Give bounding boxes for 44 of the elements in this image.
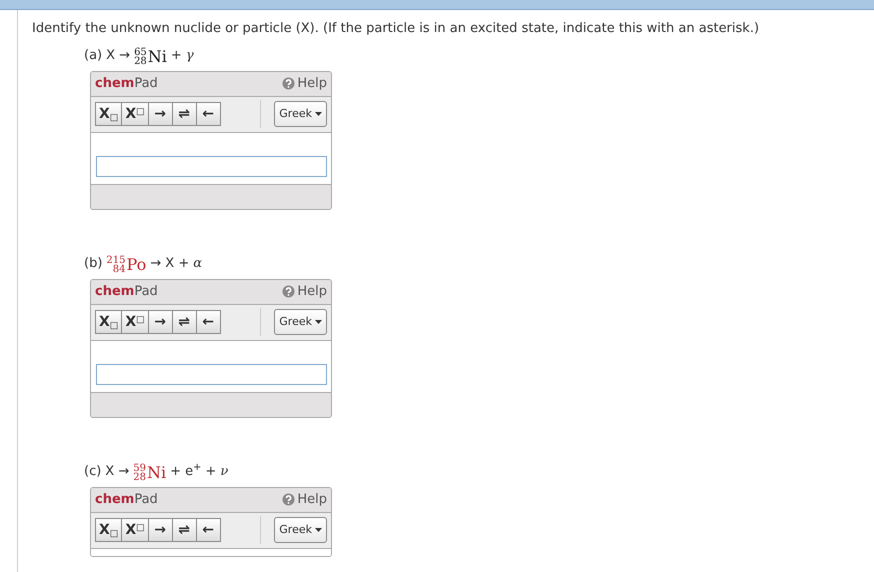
- toolbar-button[interactable]: X$_{□}$: [95, 518, 122, 542]
- equation-text: X →: [106, 47, 130, 65]
- equation-text: X →: [105, 463, 130, 481]
- chempad-logo: chemPad: [95, 74, 158, 93]
- caret-icon: [315, 320, 322, 324]
- toolbar-button[interactable]: X$^{□}$: [121, 518, 149, 542]
- equation-text: + e$^{+}$ +: [170, 462, 216, 481]
- toolbar-button[interactable]: X$^{□}$: [121, 310, 149, 334]
- particle-symbol: ν: [220, 463, 228, 481]
- toolbar-button[interactable]: ←: [196, 102, 221, 126]
- chempad-logo: chemPad: [95, 282, 158, 301]
- help-button[interactable]: Help: [282, 74, 327, 94]
- greek-dropdown[interactable]: Greek: [274, 309, 327, 335]
- toolbar-button[interactable]: ⇌: [172, 310, 197, 334]
- instruction-text: Identify the unknown nuclide or particle (X). (If the particle is in an excited state, indicate this with an asterisk.): [32, 20, 760, 38]
- particle-symbol: γ: [186, 47, 194, 65]
- toolbar-button[interactable]: ←: [196, 518, 221, 542]
- help-button[interactable]: Help: [282, 282, 327, 302]
- greek-dropdown[interactable]: Greek: [274, 101, 327, 127]
- toolbar-button[interactable]: X$_{□}$: [95, 102, 122, 126]
- help-icon: [282, 493, 296, 506]
- chempad-logo: chemPad: [95, 490, 158, 509]
- answer-field[interactable]: [96, 156, 327, 176]
- toolbar-button[interactable]: ←: [196, 310, 221, 334]
- particle-symbol: α: [193, 255, 202, 273]
- toolbar-button[interactable]: →: [148, 310, 173, 334]
- help-icon: [282, 285, 296, 298]
- toolbar-button[interactable]: ⇌: [172, 518, 197, 542]
- equation-text: +: [170, 47, 182, 65]
- part-label: (a): [84, 47, 102, 65]
- toolbar-button[interactable]: →: [148, 102, 173, 126]
- toolbar-button[interactable]: X$^{□}$: [121, 102, 149, 126]
- toolbar-button[interactable]: X$_{□}$: [95, 310, 122, 334]
- answer-field[interactable]: [96, 364, 327, 384]
- help-icon: [282, 77, 296, 90]
- part-label: (c): [84, 463, 102, 481]
- caret-icon: [315, 528, 322, 532]
- greek-dropdown[interactable]: Greek: [274, 517, 327, 543]
- equation-text: → X +: [150, 255, 190, 273]
- toolbar-button[interactable]: →: [148, 518, 173, 542]
- caret-icon: [315, 112, 322, 116]
- part-label: (b): [84, 255, 102, 273]
- toolbar-button[interactable]: ⇌: [172, 102, 197, 126]
- help-button[interactable]: Help: [282, 490, 327, 510]
